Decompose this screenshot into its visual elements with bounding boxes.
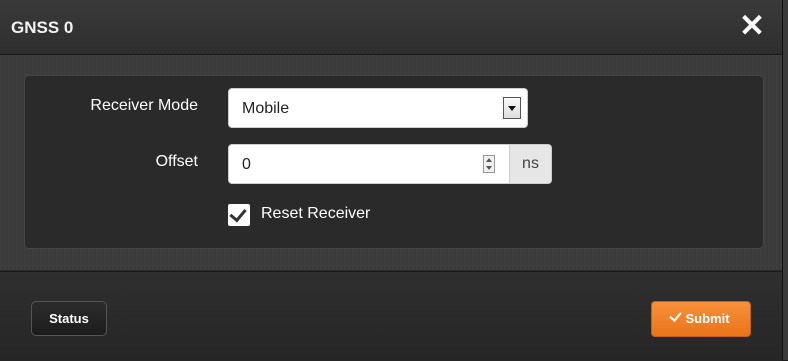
dialog-body: Receiver Mode Mobile Offset 0 ns Reset R… (0, 55, 782, 270)
dialog-header: GNSS 0 ✕ (0, 0, 782, 55)
receiver-mode-label: Receiver Mode (90, 97, 198, 114)
offset-value: 0 (242, 156, 251, 173)
close-icon[interactable]: ✕ (736, 10, 768, 42)
dialog-footer: Status Submit (0, 271, 782, 361)
check-icon (669, 309, 683, 322)
chevron-down-icon[interactable] (503, 97, 521, 119)
receiver-mode-value: Mobile (242, 100, 290, 117)
dialog-title: GNSS 0 (11, 18, 74, 37)
offset-label: Offset (155, 153, 198, 170)
offset-unit: ns (510, 144, 552, 184)
status-button[interactable]: Status (31, 301, 107, 336)
submit-button[interactable]: Submit (651, 301, 751, 337)
spinner-up-icon[interactable] (486, 158, 492, 162)
receiver-mode-select[interactable]: Mobile (228, 88, 528, 128)
submit-label: Submit (685, 311, 730, 326)
spinner-icon[interactable] (483, 155, 495, 173)
offset-input[interactable]: 0 (228, 144, 510, 184)
reset-receiver-label[interactable]: Reset Receiver (261, 205, 370, 223)
reset-receiver-checkbox[interactable] (228, 204, 250, 226)
gnss-dialog: GNSS 0 ✕ Receiver Mode Mobile Offset 0 n… (0, 0, 783, 361)
form-well: Receiver Mode Mobile Offset 0 ns Reset R… (24, 75, 764, 249)
spinner-down-icon[interactable] (486, 166, 492, 170)
